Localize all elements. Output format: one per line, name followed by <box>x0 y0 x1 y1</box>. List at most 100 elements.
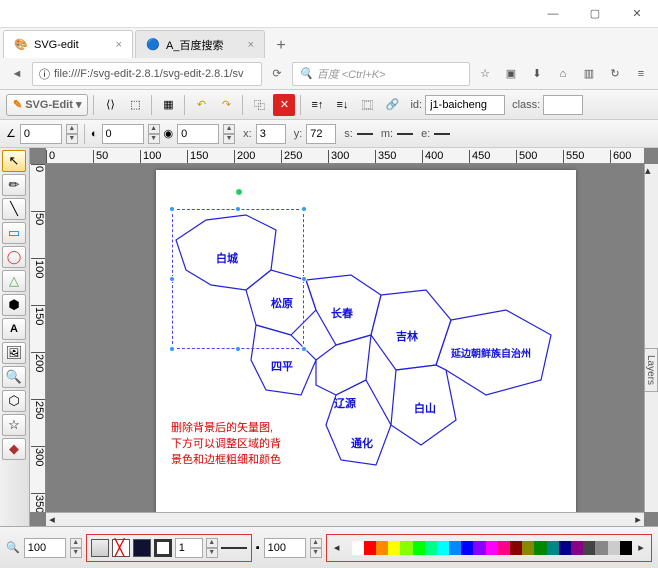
palette-swatch[interactable] <box>413 541 425 555</box>
resize-handle-n[interactable] <box>235 206 241 212</box>
zoom-input[interactable] <box>24 538 66 558</box>
resize-handle-s[interactable] <box>235 346 241 352</box>
tab-baidu[interactable]: 🔵 A_百度搜索 × <box>135 30 265 58</box>
delete-button[interactable]: ✕ <box>273 94 295 116</box>
palette-swatch[interactable] <box>449 541 461 555</box>
line-tool[interactable]: ╲ <box>2 198 26 220</box>
tab-svgedit[interactable]: 🎨 SVG-edit × <box>3 30 133 58</box>
id-input[interactable] <box>425 95 505 115</box>
sync-icon[interactable]: ↻ <box>604 63 626 85</box>
angle-spinner[interactable]: ▲▼ <box>66 124 78 144</box>
ellipse-tool[interactable]: ◯ <box>2 246 26 268</box>
pocket-icon[interactable]: ▣ <box>500 63 522 85</box>
stroke-spinner[interactable]: ▲▼ <box>206 538 218 558</box>
zoom-spinner[interactable]: ▲▼ <box>70 538 82 558</box>
stroke-width-input[interactable] <box>175 538 203 558</box>
stroke-style[interactable] <box>154 539 172 557</box>
linecap-butt[interactable] <box>357 133 373 135</box>
grid-button[interactable]: ▦ <box>157 94 179 116</box>
palette-next[interactable]: ▸ <box>635 541 647 554</box>
scrollbar-h[interactable]: ◂▸ <box>46 512 644 526</box>
eyedrop-tool[interactable]: ◆ <box>2 438 26 460</box>
scrollbar-v[interactable]: ▴ <box>644 164 658 512</box>
color-palette[interactable] <box>352 541 632 555</box>
x-input[interactable] <box>256 124 286 144</box>
redo-button[interactable]: ↷ <box>215 94 237 116</box>
tab-close-icon[interactable]: × <box>116 39 122 51</box>
shapelib-tool[interactable]: ⬢ <box>2 294 26 316</box>
opacity-spinner2[interactable]: ▲▼ <box>310 538 322 558</box>
canvas[interactable]: 白城 松原 长春 吉林 延边朝鲜族自治州 四平 辽源 白山 通化 删除背景后的矢… <box>46 164 644 512</box>
fill-swatch[interactable] <box>91 539 109 557</box>
y-input[interactable] <box>306 124 336 144</box>
resize-handle-se[interactable] <box>301 346 307 352</box>
home-icon[interactable]: ⌂ <box>552 63 574 85</box>
blur-input[interactable] <box>177 124 219 144</box>
linecap-end[interactable] <box>434 133 450 135</box>
blur-spinner[interactable]: ▲▼ <box>223 124 235 144</box>
palette-swatch[interactable] <box>608 541 620 555</box>
palette-swatch[interactable] <box>522 541 534 555</box>
svgedit-menu[interactable]: ✎SVG-Edit ▾ <box>6 94 88 116</box>
palette-swatch[interactable] <box>534 541 546 555</box>
polygon-tool[interactable]: ⬡ <box>2 390 26 412</box>
rect-tool[interactable]: ▭ <box>2 222 26 244</box>
reload-button[interactable]: ⟳ <box>266 63 288 85</box>
image-tool[interactable]: 🖼 <box>2 342 26 364</box>
stroke-dash[interactable] <box>221 547 247 549</box>
angle-input[interactable] <box>20 124 62 144</box>
palette-swatch[interactable] <box>473 541 485 555</box>
palette-swatch[interactable] <box>364 541 376 555</box>
resize-handle-e[interactable] <box>301 276 307 282</box>
sidebar-icon[interactable]: ▥ <box>578 63 600 85</box>
palette-swatch[interactable] <box>547 541 559 555</box>
palette-swatch[interactable] <box>620 541 632 555</box>
palette-swatch[interactable] <box>486 541 498 555</box>
select-tool[interactable]: ↖ <box>2 150 26 172</box>
linejoin-miter[interactable] <box>397 133 413 135</box>
palette-prev[interactable]: ◂ <box>331 541 343 554</box>
resize-handle-sw[interactable] <box>169 346 175 352</box>
zoom-tool[interactable]: 🔍 <box>2 366 26 388</box>
palette-swatch[interactable] <box>461 541 473 555</box>
bookmark-icon[interactable]: ☆ <box>474 63 496 85</box>
clone-button[interactable]: ⿻ <box>248 94 270 116</box>
pencil-tool[interactable]: ✏ <box>2 174 26 196</box>
text-tool[interactable]: A <box>2 318 26 340</box>
undo-button[interactable]: ↶ <box>190 94 212 116</box>
opacity-spinner[interactable]: ▲▼ <box>148 124 160 144</box>
url-input[interactable]: ⓘ file:///F:/svg-edit-2.8.1/svg-edit-2.8… <box>32 62 262 86</box>
palette-swatch[interactable] <box>498 541 510 555</box>
window-close[interactable]: ✕ <box>616 0 658 28</box>
layers-panel-tab[interactable]: Layers <box>644 348 658 392</box>
path-tool[interactable]: △ <box>2 270 26 292</box>
palette-swatch[interactable] <box>583 541 595 555</box>
resize-handle-nw[interactable] <box>169 206 175 212</box>
palette-swatch[interactable] <box>437 541 449 555</box>
group-button[interactable]: ⿴ <box>356 94 378 116</box>
browser-search[interactable]: 🔍 百度 <Ctrl+K> <box>292 62 470 86</box>
palette-swatch[interactable] <box>425 541 437 555</box>
nofill-swatch[interactable]: ╳ <box>112 539 130 557</box>
selection-box[interactable] <box>172 209 304 349</box>
palette-swatch[interactable] <box>376 541 388 555</box>
back-button[interactable]: ◄ <box>6 63 28 85</box>
source-button[interactable]: ⟨⟩ <box>99 94 121 116</box>
palette-swatch[interactable] <box>559 541 571 555</box>
move-top-button[interactable]: ≡↑ <box>306 94 328 116</box>
window-maximize[interactable]: ▢ <box>574 0 616 28</box>
palette-swatch[interactable] <box>388 541 400 555</box>
window-minimize[interactable]: — <box>532 0 574 28</box>
palette-swatch[interactable] <box>595 541 607 555</box>
star-tool[interactable]: ☆ <box>2 414 26 436</box>
new-tab-button[interactable]: + <box>267 34 295 58</box>
link-button[interactable]: 🔗 <box>381 94 403 116</box>
tab-close-icon[interactable]: × <box>248 39 254 51</box>
palette-swatch[interactable] <box>510 541 522 555</box>
resize-handle-w[interactable] <box>169 276 175 282</box>
move-bottom-button[interactable]: ≡↓ <box>331 94 353 116</box>
resize-handle-ne[interactable] <box>301 206 307 212</box>
class-input[interactable] <box>543 95 583 115</box>
rotate-handle[interactable] <box>235 188 243 196</box>
wireframe-button[interactable]: ⬚ <box>124 94 146 116</box>
